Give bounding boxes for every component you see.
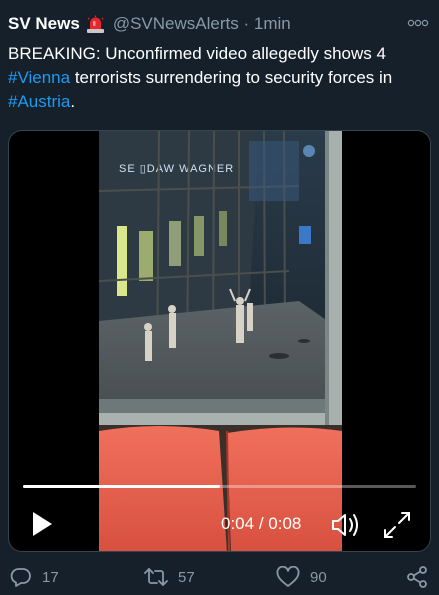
timestamp[interactable]: 1min <box>254 14 291 33</box>
video-progress-fill <box>23 485 220 488</box>
user-handle[interactable]: @SVNewsAlerts · 1min <box>113 14 291 34</box>
reply-icon <box>10 568 31 587</box>
play-icon[interactable] <box>31 511 53 537</box>
share-icon <box>407 566 427 588</box>
heart-icon <box>276 566 300 587</box>
handle-text: @SVNewsAlerts <box>112 14 239 33</box>
time-separator: / <box>254 514 269 533</box>
share-button[interactable] <box>406 566 428 588</box>
video-scene: SE ▯DAW WAGNER <box>99 131 342 551</box>
fullscreen-icon[interactable] <box>383 511 411 539</box>
header-separator: · <box>243 14 250 33</box>
current-time: 0:04 <box>221 514 255 533</box>
retweet-icon <box>144 568 168 586</box>
tweet-text-part: terrorists surrendering to security forc… <box>70 68 393 87</box>
video-progress-bar[interactable] <box>23 485 416 488</box>
video-player[interactable]: SE ▯DAW WAGNER 0:04 / 0:08 <box>8 130 431 552</box>
duration: 0:08 <box>268 514 302 533</box>
more-options-icon[interactable] <box>407 16 429 30</box>
reply-button[interactable]: 17 <box>10 566 59 588</box>
siren-emoji-icon <box>86 15 105 34</box>
like-count: 90 <box>310 568 327 586</box>
video-frame[interactable]: SE ▯DAW WAGNER <box>99 131 342 551</box>
like-button[interactable]: 90 <box>276 566 327 588</box>
tweet-text-part: . <box>70 92 76 111</box>
retweet-count: 57 <box>178 568 195 586</box>
hashtag-link-austria[interactable]: #Austria <box>8 92 70 111</box>
reply-count: 17 <box>42 568 59 586</box>
tweet-text: BREAKING: Unconfirmed video allegedly sh… <box>8 42 432 114</box>
retweet-button[interactable]: 57 <box>144 566 195 588</box>
hashtag-link-vienna[interactable]: #Vienna <box>8 68 70 87</box>
video-time: 0:04 / 0:08 <box>221 514 301 534</box>
tweet-text-part: BREAKING: Unconfirmed video allegedly sh… <box>8 44 386 63</box>
tweet-header: SV News @SVNewsAlerts · 1min <box>8 12 431 36</box>
volume-muted-icon[interactable] <box>331 512 361 538</box>
display-name[interactable]: SV News <box>8 14 80 34</box>
tweet-actions: 17 57 90 <box>8 566 431 590</box>
shop-sign-text: SE ▯DAW WAGNER <box>119 163 234 175</box>
